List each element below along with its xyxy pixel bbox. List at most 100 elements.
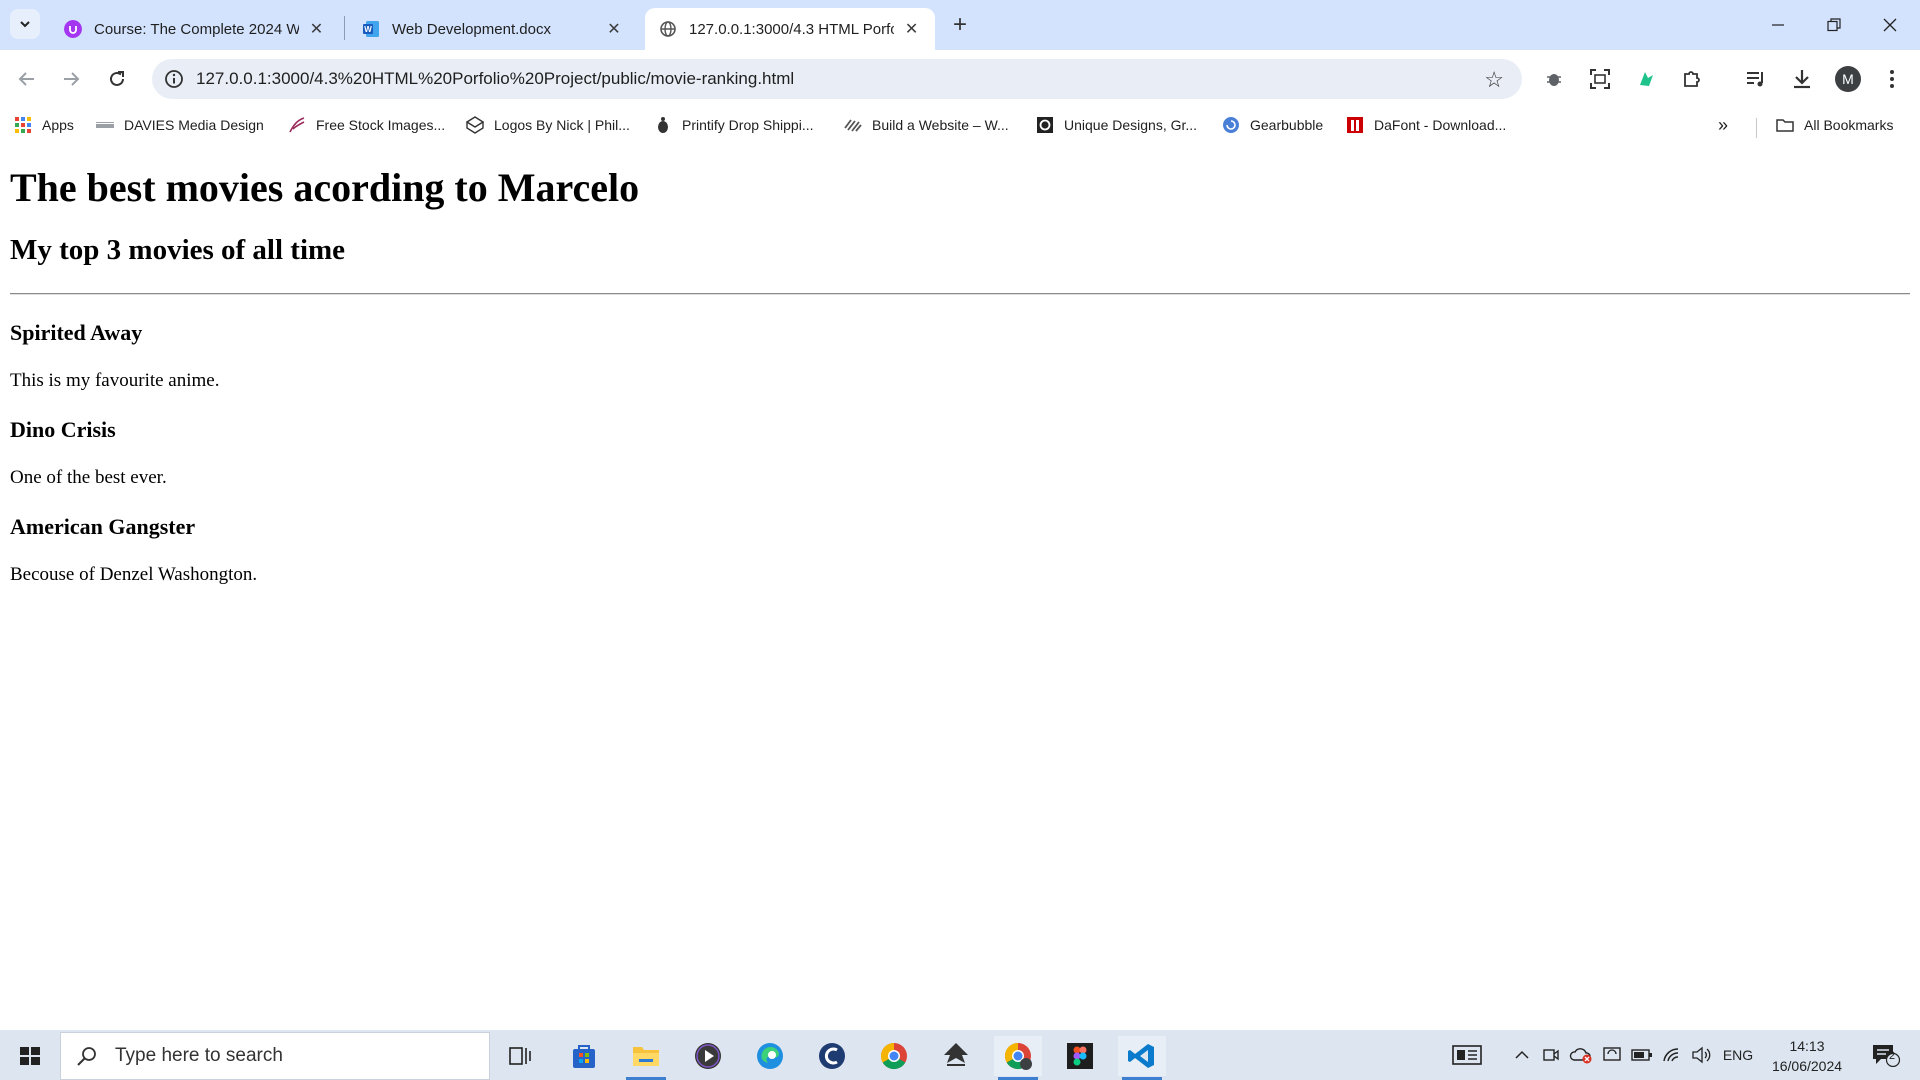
bookmark-dafont[interactable]: DaFont - Download... — [1346, 114, 1506, 136]
clock-date: 16/06/2024 — [1771, 1058, 1843, 1074]
chrome-profile-app[interactable] — [994, 1036, 1042, 1080]
bookmark-davies[interactable]: DAVIES Media Design — [96, 114, 264, 136]
media-control-icon[interactable] — [1744, 67, 1768, 91]
bookmark-build-website[interactable]: Build a Website – W... — [844, 114, 1009, 136]
globe-icon — [660, 21, 676, 37]
davies-icon — [96, 122, 114, 128]
chevron-up-icon — [1515, 1050, 1529, 1059]
chrome-icon — [880, 1042, 907, 1070]
bookmark-apps[interactable]: Apps — [14, 114, 74, 136]
bookmark-label: Free Stock Images... — [316, 117, 446, 133]
url-text[interactable]: 127.0.0.1:3000/4.3%20HTML%20Porfolio%20P… — [196, 69, 794, 89]
new-tab-button[interactable]: + — [945, 10, 975, 40]
screenshot-extension-icon[interactable] — [1588, 67, 1612, 91]
movie-title: Spirited Away — [10, 320, 143, 345]
apps-grid-icon — [15, 117, 31, 133]
bookmark-label: Build a Website – W... — [872, 117, 1009, 133]
bug-extension-icon[interactable] — [1542, 67, 1566, 91]
chrome-app[interactable] — [870, 1036, 918, 1076]
bookmark-gearbubble[interactable]: Gearbubble — [1222, 114, 1323, 136]
download-icon[interactable] — [1790, 67, 1814, 91]
inkscape-icon — [944, 1043, 968, 1066]
vscode-icon — [1128, 1044, 1154, 1068]
tab-movie-ranking[interactable]: 127.0.0.1:3000/4.3 HTML Porfoli ✕ — [645, 8, 935, 50]
info-icon[interactable] — [164, 69, 184, 89]
bookmark-logos-by-nick[interactable]: Logos By Nick | Phil... — [466, 114, 630, 136]
news-widget[interactable] — [1450, 1044, 1484, 1066]
windows-logo-icon — [20, 1047, 40, 1065]
page-content: The best movies acording to Marcelo My t… — [0, 142, 1920, 1030]
taskbar-search[interactable]: Type here to search — [60, 1032, 490, 1080]
all-bookmarks-label: All Bookmarks — [1804, 117, 1894, 133]
figma-app[interactable] — [1056, 1036, 1104, 1076]
close-tab-icon[interactable]: ✕ — [604, 19, 624, 39]
vscode-app[interactable] — [1118, 1036, 1166, 1080]
notifications-button[interactable]: 2 — [1866, 1044, 1906, 1067]
meet-now-tray[interactable] — [1540, 1044, 1562, 1066]
minimize-icon — [1772, 24, 1784, 26]
tab-udemy[interactable]: Course: The Complete 2024 We ✕ — [50, 8, 340, 50]
store-app[interactable] — [560, 1036, 608, 1076]
ccleaner-app[interactable] — [808, 1036, 856, 1076]
minimize-button[interactable] — [1750, 0, 1806, 50]
chrome-icon — [1004, 1042, 1032, 1070]
tab-strip: Course: The Complete 2024 We ✕ W Web Dev… — [0, 0, 1920, 50]
battery-tray[interactable] — [1630, 1044, 1654, 1066]
bookmark-printify[interactable]: Printify Drop Shippi... — [654, 114, 814, 136]
profile-avatar[interactable]: M — [1835, 66, 1861, 92]
volume-tray[interactable] — [1690, 1044, 1714, 1066]
bookmark-unique-designs[interactable]: Unique Designs, Gr... — [1036, 114, 1197, 136]
close-tab-icon[interactable]: ✕ — [902, 19, 921, 39]
clock[interactable]: 14:13 16/06/2024 — [1762, 1036, 1852, 1076]
bookmark-label: Printify Drop Shippi... — [682, 117, 814, 133]
bookmark-star-icon[interactable]: ☆ — [1484, 67, 1504, 93]
page-subtitle: My top 3 movies of all time — [10, 234, 346, 266]
tab-word-doc[interactable]: W Web Development.docx ✕ — [348, 8, 638, 50]
extensions-puzzle-icon[interactable] — [1680, 67, 1704, 91]
inkscape-app[interactable] — [932, 1036, 980, 1076]
green-extension-icon[interactable] — [1634, 67, 1658, 91]
more-bookmarks-button[interactable]: » — [1718, 114, 1728, 136]
browser-toolbar: 127.0.0.1:3000/4.3%20HTML%20Porfolio%20P… — [0, 50, 1920, 108]
bookmark-free-stock[interactable]: Free Stock Images... — [288, 114, 445, 136]
movie-comment: One of the best ever. — [10, 467, 167, 488]
gearbubble-icon — [1223, 117, 1239, 133]
language-indicator[interactable]: ENG — [1720, 1044, 1756, 1066]
reload-button[interactable] — [102, 64, 132, 94]
speaker-icon — [1692, 1046, 1711, 1064]
show-hidden-icons[interactable] — [1512, 1044, 1532, 1066]
task-view-button[interactable] — [496, 1036, 544, 1076]
tab-search-button[interactable] — [10, 9, 40, 39]
close-window-button[interactable] — [1862, 0, 1918, 50]
arrow-left-icon — [18, 72, 34, 86]
restore-button[interactable] — [1806, 0, 1862, 50]
edge-app[interactable] — [746, 1036, 794, 1076]
designs-icon — [1037, 117, 1053, 133]
movie-title: Dino Crisis — [10, 417, 116, 442]
onedrive-tray[interactable] — [1568, 1044, 1594, 1066]
udemy-icon — [64, 20, 82, 38]
bookmark-label: Logos By Nick | Phil... — [494, 117, 630, 133]
file-explorer-app[interactable] — [622, 1036, 670, 1080]
search-icon — [77, 1047, 96, 1066]
double-chevron-right-icon: » — [1718, 114, 1729, 135]
display-tray[interactable] — [1600, 1044, 1624, 1066]
network-tray[interactable] — [1660, 1044, 1684, 1066]
bookmark-label: DAVIES Media Design — [124, 117, 264, 133]
address-bar[interactable]: 127.0.0.1:3000/4.3%20HTML%20Porfolio%20P… — [152, 59, 1522, 99]
restore-icon — [1827, 18, 1841, 32]
close-tab-icon[interactable]: ✕ — [307, 19, 326, 39]
display-icon — [1603, 1047, 1621, 1061]
back-button[interactable] — [12, 64, 42, 94]
chevron-down-icon — [20, 21, 30, 28]
all-bookmarks[interactable]: All Bookmarks — [1776, 114, 1893, 136]
divider — [10, 293, 1910, 295]
kebab-menu-icon[interactable] — [1880, 67, 1904, 91]
forward-button[interactable] — [56, 64, 86, 94]
start-button[interactable] — [10, 1040, 50, 1072]
plus-icon: + — [952, 11, 967, 38]
word-icon: W — [363, 21, 379, 37]
notification-count: 2 — [1889, 1050, 1896, 1062]
cloud-error-icon — [1569, 1048, 1592, 1064]
media-player-app[interactable] — [684, 1036, 732, 1076]
